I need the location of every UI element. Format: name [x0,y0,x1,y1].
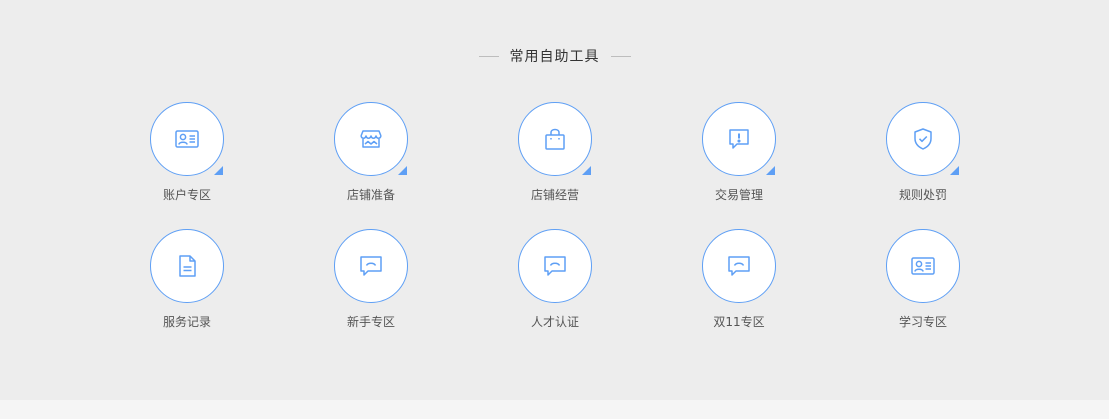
corner-marker [214,166,223,175]
tool-service-records[interactable]: 服务记录 [127,229,247,347]
tool-icon-circle [334,102,408,176]
corner-marker [766,166,775,175]
alert-message-icon [729,129,749,149]
tool-learning-zone[interactable]: 学习专区 [863,229,983,347]
tool-label: 服务记录 [162,315,211,329]
tool-label: 学习专区 [898,315,947,329]
tool-rules-penalty[interactable]: 规则处罚 [863,102,983,220]
id-card-icon [175,130,199,148]
shield-check-icon [914,128,932,150]
tool-newbie-zone[interactable]: 新手专区 [311,229,431,347]
tool-icon-circle [702,229,776,303]
tool-shop-operation[interactable]: 店铺经营 [495,102,615,220]
tool-icon-circle [518,102,592,176]
corner-marker [950,166,959,175]
tool-shop-preparation[interactable]: 店铺准备 [311,102,431,220]
chat-bubble-icon [360,256,382,276]
tool-icon-circle [702,102,776,176]
tool-icon-circle [150,229,224,303]
tool-label: 交易管理 [714,188,763,202]
tool-icon-circle [886,102,960,176]
tool-label: 店铺经营 [530,188,579,202]
tool-label: 店铺准备 [346,188,395,202]
document-icon [179,255,196,277]
self-service-tools-section: 常用自助工具 账户专区 店铺准备 店铺经营 交易管理 规则处罚 服务记录 新手专… [0,0,1109,400]
tool-trade-management[interactable]: 交易管理 [679,102,799,220]
tool-double11-zone[interactable]: 双11专区 [679,229,799,347]
storefront-icon [360,130,382,148]
section-title: 常用自助工具 [509,49,600,65]
tool-label: 新手专区 [346,315,395,329]
id-card-icon [911,257,935,275]
tool-account-zone[interactable]: 账户专区 [127,102,247,220]
corner-marker [398,166,407,175]
tool-label: 双11专区 [713,315,765,329]
tool-label: 规则处罚 [898,188,947,202]
title-divider-right [610,55,631,57]
tool-label: 账户专区 [162,188,211,202]
tool-icon-circle [334,229,408,303]
tool-icon-circle [518,229,592,303]
chat-bubble-icon [544,256,566,276]
title-divider-left [478,55,499,57]
section-header: 常用自助工具 [0,44,1109,68]
page-footer-strip [0,400,1109,419]
shopping-bag-icon [545,128,565,150]
corner-marker [582,166,591,175]
tool-talent-certification[interactable]: 人才认证 [495,229,615,347]
chat-bubble-icon [728,256,750,276]
tool-label: 人才认证 [530,315,579,329]
tool-icon-circle [886,229,960,303]
tool-icon-circle [150,102,224,176]
